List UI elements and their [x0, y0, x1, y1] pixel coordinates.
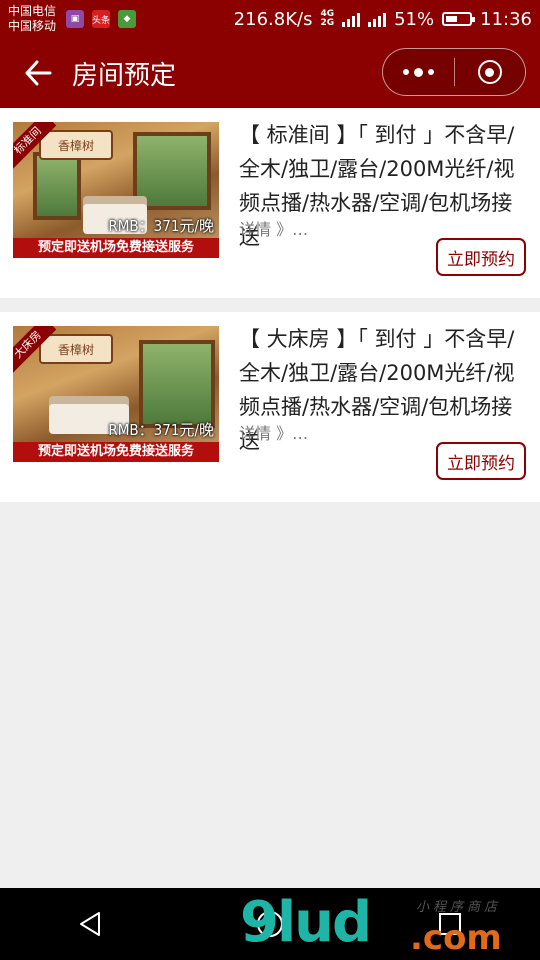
room-image[interactable]: 香樟树 大床房 RMB：371元/晚 预定即送机场免费接送服务	[13, 326, 219, 462]
arrow-left-icon	[25, 60, 52, 86]
back-key[interactable]	[60, 894, 120, 954]
promo-banner: 预定即送机场免费接送服务	[13, 238, 219, 258]
room-price: RMB：371元/晚	[108, 421, 214, 439]
carrier-info: 中国电信 中国移动	[8, 4, 56, 34]
toutiao-icon: 头条	[92, 10, 110, 28]
system-nav-bar	[0, 888, 540, 960]
promo-banner: 预定即送机场免费接送服务	[13, 442, 219, 462]
recents-key[interactable]	[420, 894, 480, 954]
carrier-2: 中国移动	[8, 19, 57, 33]
more-button[interactable]	[383, 49, 454, 95]
close-mini-program-button[interactable]	[455, 49, 526, 95]
room-card[interactable]: 香樟树 大床房 RMB：371元/晚 预定即送机场免费接送服务 【 大床房 】「…	[0, 312, 540, 502]
room-card[interactable]: 香樟树 标准间 RMB：371元/晚 预定即送机场免费接送服务 【 标准间 】「…	[0, 108, 540, 298]
battery-icon	[442, 12, 476, 26]
home-key[interactable]	[240, 894, 300, 954]
battery-percent: 51%	[394, 8, 435, 30]
mini-program-capsule	[382, 48, 526, 96]
detail-link[interactable]: 详情 》…	[239, 420, 308, 444]
shield-icon: ◆	[118, 10, 137, 28]
clock: 11:36	[480, 8, 532, 30]
network-2g-label: 2G	[320, 18, 335, 28]
triangle-back-icon	[80, 912, 100, 936]
more-dots-icon	[402, 67, 434, 77]
target-icon	[477, 60, 502, 84]
window-graphic	[33, 152, 81, 220]
book-now-button[interactable]: 立即预约	[436, 442, 526, 480]
status-bar: 中国电信 中国移动 ▣ 头条 ◆ 216.8K/s 4G 2G 51% 11:3…	[0, 0, 540, 38]
window-graphic	[139, 340, 215, 428]
nav-bar: 房间预定	[0, 38, 540, 108]
signal-icon-2	[368, 11, 387, 27]
room-image[interactable]: 香樟树 标准间 RMB：371元/晚 预定即送机场免费接送服务	[13, 122, 219, 258]
notification-icons: ▣ 头条 ◆	[66, 10, 137, 28]
network-type: 4G 2G	[320, 10, 334, 28]
gallery-icon: ▣	[66, 10, 85, 28]
back-button[interactable]	[18, 53, 58, 93]
detail-link[interactable]: 详情 》…	[239, 216, 308, 240]
network-speed: 216.8K/s	[233, 8, 313, 30]
window-graphic	[133, 132, 211, 210]
page-title: 房间预定	[72, 60, 177, 91]
book-now-button[interactable]: 立即预约	[436, 238, 526, 276]
circle-home-icon	[257, 911, 283, 937]
hotel-logo: 香樟树	[39, 130, 113, 160]
hotel-logo: 香樟树	[39, 334, 113, 364]
battery-fill	[446, 16, 458, 22]
signal-icon	[342, 11, 361, 27]
carrier-1: 中国电信	[8, 4, 57, 18]
square-recents-icon	[439, 913, 461, 935]
room-price: RMB：371元/晚	[108, 217, 214, 235]
